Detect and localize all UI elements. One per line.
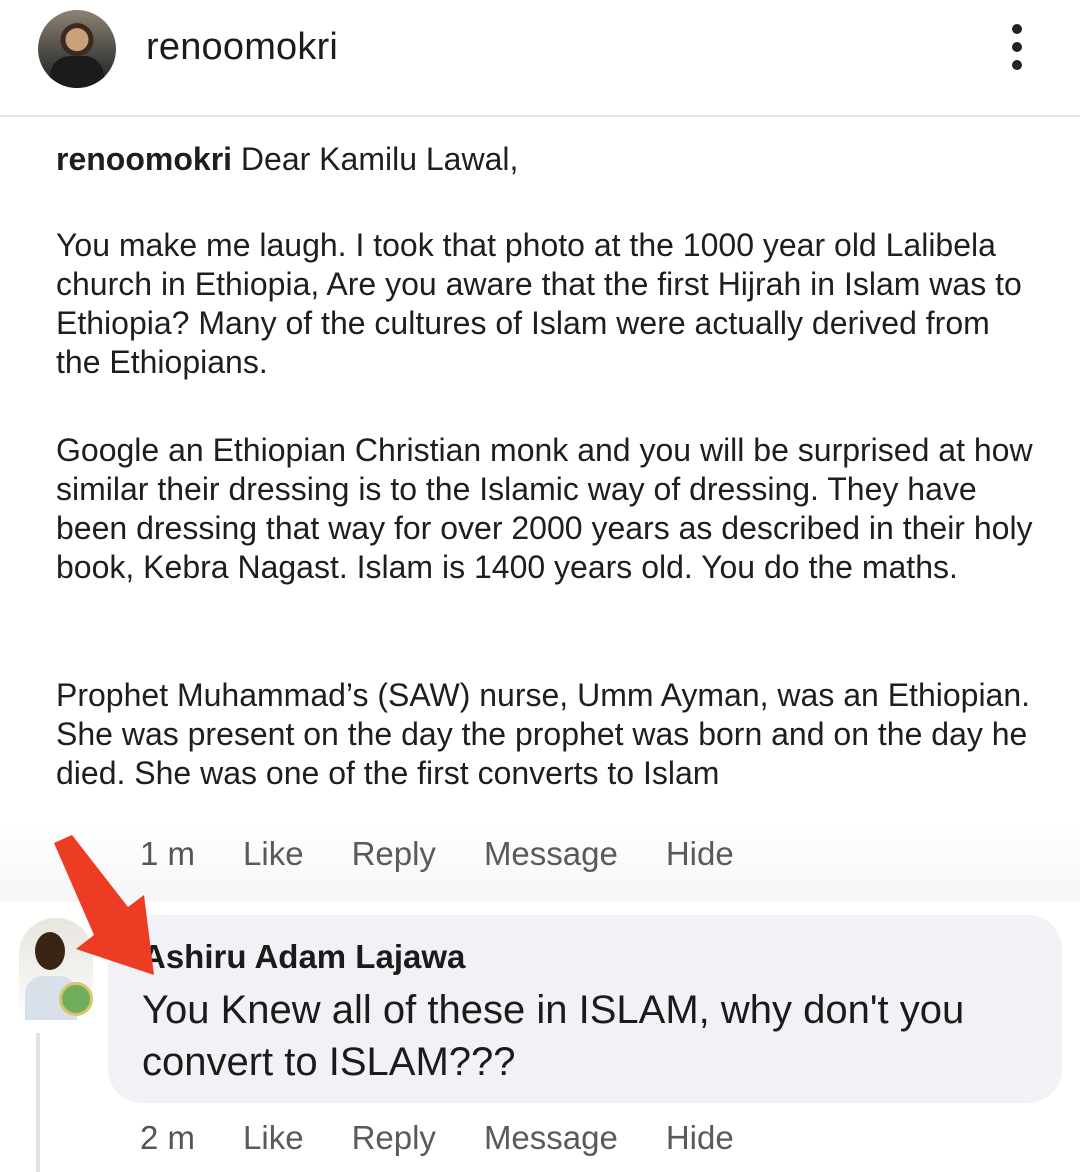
post-actions-row: 1 m Like Reply Message Hide [140,835,782,873]
caption-paragraph-3: Prophet Muhammad’s (SAW) nurse, Umm Ayma… [56,677,1031,791]
comment-actions-row: 2 m Like Reply Message Hide [140,1119,782,1157]
comment-author[interactable]: Ashiru Adam Lajawa [142,938,465,976]
post-like-button[interactable]: Like [243,835,304,873]
post-reply-button[interactable]: Reply [352,835,436,873]
caption-paragraph-1: You make me laugh. I took that photo at … [56,227,1022,380]
caption-greeting: renoomokri Dear Kamilu Lawal, [56,140,1036,179]
post-message-button[interactable]: Message [484,835,618,873]
post-header: renoomokri [0,0,1080,117]
profile-avatar[interactable] [38,10,116,88]
comment-like-button[interactable]: Like [243,1119,304,1157]
caption-greeting-text: Dear Kamilu Lawal, [240,141,519,177]
comment-text: You Knew all of these in ISLAM, why don'… [142,988,965,1084]
comment-timestamp: 2 m [140,1119,196,1156]
header-username[interactable]: renoomokri [146,26,338,69]
thread-line [36,1033,40,1172]
post-hide-button[interactable]: Hide [666,835,734,873]
comment-message-button[interactable]: Message [484,1119,618,1157]
comment-hide-button[interactable]: Hide [666,1119,734,1157]
comment-reply-button[interactable]: Reply [352,1119,436,1157]
caption-author[interactable]: renoomokri [56,141,232,177]
more-vertical-icon[interactable] [1000,22,1034,74]
caption-paragraph-2: Google an Ethiopian Christian monk and y… [56,432,1033,585]
annotation-arrow-icon [54,835,154,975]
